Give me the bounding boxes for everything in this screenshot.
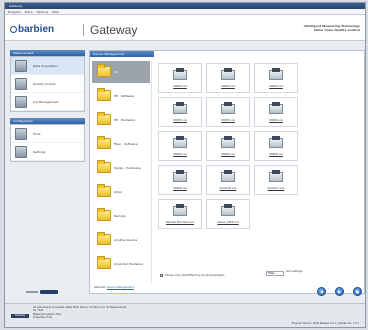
device-tile[interactable]: Series71.vca [254,165,298,195]
device-tile[interactable]: CSE65.vca [206,131,250,161]
partner-logo [40,290,58,294]
folder-icon [97,160,111,173]
device-icon [171,170,189,183]
folder-list: All EP - Software EP - Hardware Fiber - … [92,61,152,283]
device-icon [171,136,189,149]
device-panel: Device Management All EP - Software EP -… [89,50,365,294]
folder-icon [97,112,111,125]
device-grid: CSE62.vca CSE62.vca CSE62.vca CSE63.vca … [158,63,363,273]
settings-icon [15,146,27,158]
window-title: Gateway [9,4,23,8]
sidebar-item-tools[interactable]: Tools [11,125,84,143]
folder-icon [97,136,111,149]
device-tile[interactable]: CSE62.vca [254,63,298,93]
device-tile[interactable]: CSE68.vca [254,131,298,161]
device-tile[interactable]: CSE64.vca [254,97,298,127]
sidebar-item-settings[interactable]: Settings [11,143,84,161]
app-header: barbien Gateway Intelligent Measuring Te… [5,15,365,41]
menu-options[interactable]: Options [37,10,49,14]
device-icon [219,68,237,81]
device-icon [267,170,285,183]
folder-icon [97,232,111,245]
folder-icon [97,184,111,197]
sort-settings-link[interactable]: Sort settings [286,270,303,273]
instrument-icon [15,60,27,72]
show-all-toggle[interactable]: Show only identified by product/system [160,273,224,277]
home-button[interactable]: ● [353,287,362,296]
device-icon [219,102,237,115]
device-icon [219,136,237,149]
breadcrumb-link[interactable]: Device Management [107,286,134,289]
app-name: Gateway [90,23,138,37]
folder-icon [97,64,111,77]
status-info: All Instruments Accessible: Read Write D… [33,306,127,320]
header-divider [83,24,84,36]
device-icon [267,136,285,149]
tools-icon [15,128,27,140]
device-tile[interactable]: Series_CSE3.vca [206,199,250,229]
sidebar: Measurement Data Acquisition Quality Con… [10,50,85,297]
device-icon [219,170,237,183]
menu-store[interactable]: Store [25,10,33,14]
device-tile[interactable]: CSE62.vca [206,63,250,93]
status-bar: Gateway All Instruments Accessible: Read… [5,303,365,327]
instrument-icon [15,78,27,90]
folder-icon [97,88,111,101]
panel-heading: Device Management [90,51,154,57]
brand-ring-icon [10,26,17,33]
version-info: Program Version: 2009 Release 2.0.1 | Up… [291,322,359,325]
folder-item[interactable]: Another Device [92,229,150,251]
device-tile[interactable]: CSE65.vca [158,131,202,161]
status-logo: Gateway [11,314,29,318]
sidebar-group-measurement: Data Acquisition Quality Control Job Man… [10,56,85,112]
breadcrumb: Selected: Device Management [94,286,134,289]
folder-item[interactable]: EP - Software [92,85,150,107]
folder-item[interactable]: All [92,61,150,83]
folder-item[interactable]: Remote [92,205,150,227]
instrument-icon [15,96,27,108]
device-tile[interactable]: CSE63.vca [206,97,250,127]
checkbox[interactable] [160,273,163,277]
menu-help[interactable]: Help [52,10,59,14]
folder-icon [97,256,111,269]
app-window: Gateway Program Store Options Help barbi… [4,2,366,328]
device-tile[interactable]: CSE62.vca [158,63,202,93]
folder-item[interactable]: Spoke - Hardware [92,157,150,179]
back-button[interactable]: ◀ [317,287,326,296]
device-icon [219,204,237,217]
sidebar-group-configuration: Tools Settings [10,124,85,162]
device-tile[interactable]: Series70.vca [206,165,250,195]
tagline: Intelligent Measuring Technology Inline … [303,24,360,32]
sidebar-item-job-management[interactable]: Job Management [11,93,84,111]
folder-item[interactable]: Fiber - Software [92,133,150,155]
folder-icon [97,208,111,221]
device-icon [171,204,189,217]
device-tile[interactable]: Remote Standard.vca [158,199,202,229]
folder-item[interactable]: EP - Hardware [92,109,150,131]
device-icon [171,102,189,115]
sidebar-item-data-acquisition[interactable]: Data Acquisition [11,57,84,75]
filter-input[interactable]: Filter… [266,271,284,276]
folder-item[interactable]: Older [92,181,150,203]
partner-logo-small [26,291,38,293]
device-icon [267,102,285,115]
device-icon [267,68,285,81]
brand-logo: barbien [10,24,54,35]
sidebar-item-quality-control[interactable]: Quality Control [11,75,84,93]
menu-program[interactable]: Program [8,10,21,14]
device-tile[interactable]: CSE66.vca [158,165,202,195]
folder-item[interactable]: Unsorted Hardware [92,253,150,275]
device-icon [171,68,189,81]
next-button[interactable]: ▶ [335,287,344,296]
device-tile[interactable]: CSE63.vca [158,97,202,127]
